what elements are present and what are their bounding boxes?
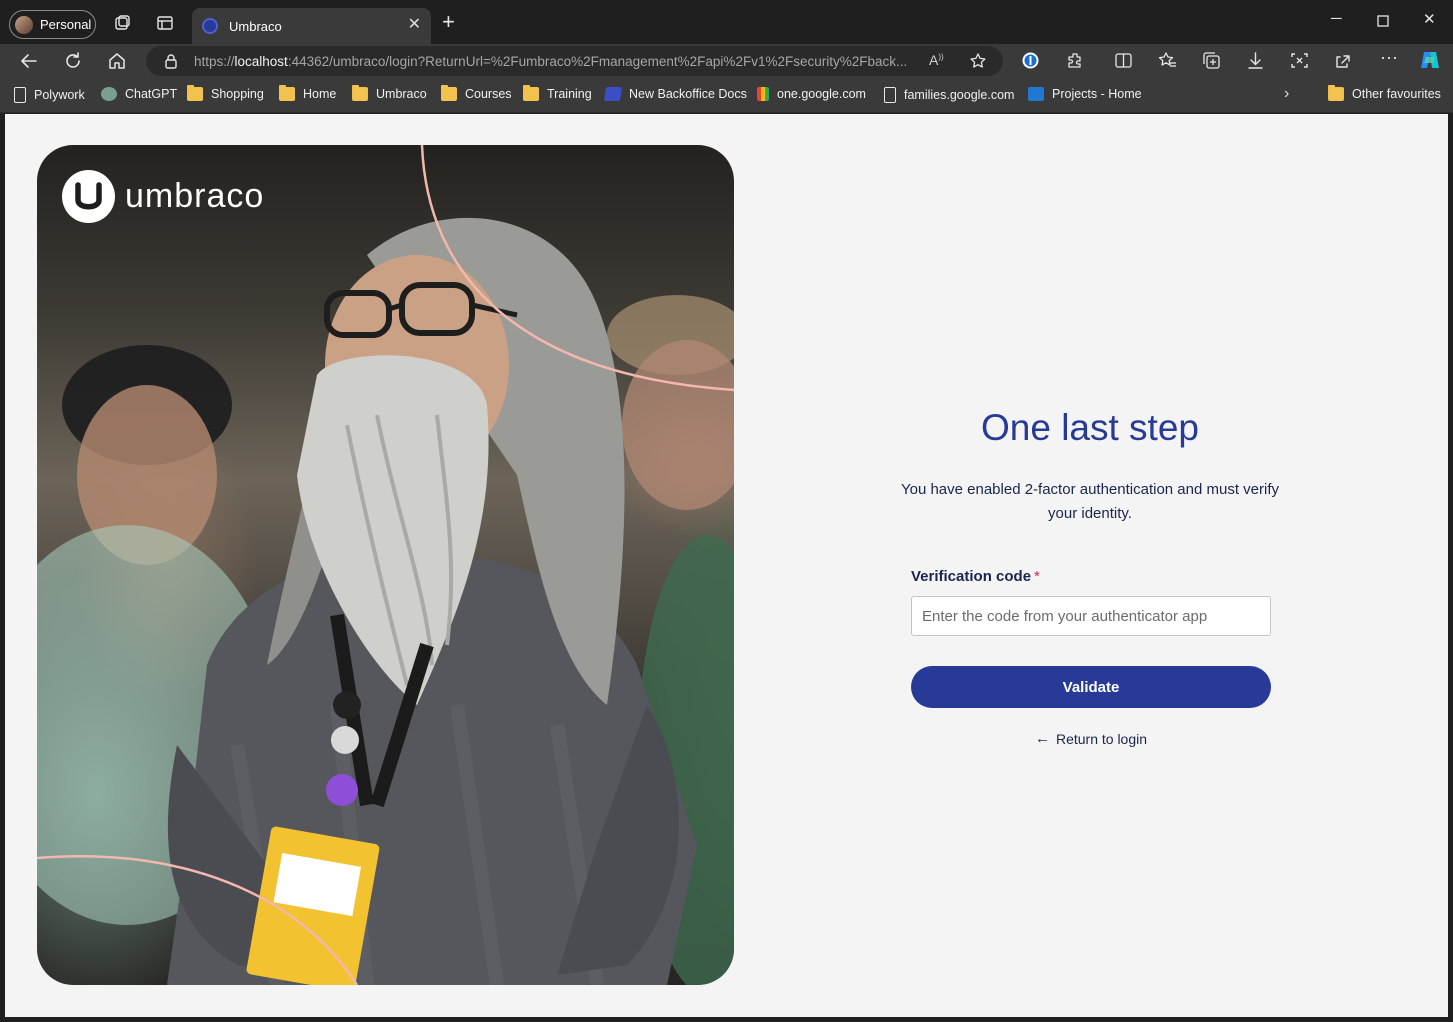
return-to-login-link[interactable]: ← Return to login [911,730,1271,747]
bookmark-label: Other favourites [1352,87,1441,101]
bookmark-one-google[interactable]: one.google.com [757,87,866,101]
verification-code-label: Verification code * [911,568,1040,585]
screenshot-icon[interactable] [1290,51,1309,70]
share-icon[interactable] [1334,51,1353,70]
bookmark-families-google[interactable]: families.google.com [884,87,1014,103]
bookmark-label: Training [547,87,592,101]
profile-avatar [15,15,33,34]
required-indicator: * [1034,568,1040,585]
bookmark-label: one.google.com [777,87,866,101]
browser-titlebar: Personal Umbraco ✕ + ─ ✕ [0,0,1453,44]
split-screen-icon[interactable] [1114,51,1133,70]
url-text[interactable]: https://localhost:44362/umbraco/login?Re… [194,54,924,69]
url-path: :44362/umbraco/login?ReturnUrl=%2Fumbrac… [287,54,908,69]
return-to-login-label: Return to login [1055,730,1148,747]
bookmark-label: Polywork [34,88,85,102]
url-prefix: https:// [194,54,235,69]
hero-image: umbraco [37,145,734,985]
folder-icon [187,85,203,101]
bookmark-label: ChatGPT [125,87,178,101]
umbraco-logo: umbraco [62,170,264,223]
maximize-icon[interactable] [1377,15,1389,27]
downloads-icon[interactable] [1246,51,1265,70]
verification-code-label-text: Verification code [911,568,1032,585]
folder-icon [523,85,539,101]
bookmark-label: Projects - Home [1052,87,1142,101]
favorite-star-icon[interactable] [969,52,987,70]
folder-icon [1328,85,1344,101]
bookmark-new-backoffice-docs[interactable]: New Backoffice Docs [604,87,747,101]
window-close-icon[interactable]: ✕ [1423,10,1436,28]
bookmark-training[interactable]: Training [523,85,592,101]
browser-tab-umbraco[interactable]: Umbraco ✕ [192,8,431,44]
google-one-icon [757,87,769,101]
url-host: localhost [234,54,288,69]
validate-button[interactable]: Validate [911,666,1271,708]
chatgpt-icon [101,87,117,101]
page-icon [884,87,896,103]
folder-icon [352,85,368,101]
profile-button[interactable]: Personal [9,10,96,39]
page-subtitle: You have enabled 2-factor authentication… [900,481,1280,522]
bookmark-other-favourites[interactable]: Other favourites [1328,85,1441,101]
azure-devops-icon [1028,87,1044,101]
verification-code-input[interactable] [911,596,1271,636]
hero-photo-illustration [37,145,734,985]
browser-toolbar: https://localhost:44362/umbraco/login?Re… [0,44,1453,77]
bookmark-projects-home[interactable]: Projects - Home [1028,87,1142,101]
page-viewport: umbraco One last step You have enabled 2… [5,114,1448,1017]
brand-name: umbraco [125,177,265,215]
address-bar[interactable]: https://localhost:44362/umbraco/login?Re… [146,46,1003,76]
page-icon [14,87,26,103]
login-panel: One last step You have enabled 2-factor … [885,114,1285,1017]
folder-icon [279,85,295,101]
bookmark-label: Umbraco [376,87,427,101]
tab-title: Umbraco [229,18,282,34]
workspaces-icon[interactable] [113,14,131,32]
bookmark-courses[interactable]: Courses [441,85,512,101]
read-aloud-icon[interactable]: A)) [929,52,947,70]
bookmark-umbraco[interactable]: Umbraco [352,85,427,101]
docs-icon [604,87,622,101]
bookmark-label: Courses [465,87,512,101]
lock-icon[interactable] [164,53,178,69]
more-options-icon[interactable]: ··· [1380,47,1399,67]
new-tab-icon[interactable]: + [442,11,455,33]
arrow-left-icon: ← [1034,730,1050,747]
bookmark-label: Home [303,87,337,101]
copilot-icon[interactable] [1418,48,1442,72]
extensions-icon[interactable] [1066,51,1085,70]
bookmarks-bar: Polywork ChatGPT Shopping Home Umbraco C… [0,77,1453,113]
bookmark-label: families.google.com [904,88,1015,102]
tab-actions-icon[interactable] [156,14,174,32]
bookmark-home[interactable]: Home [279,85,337,101]
chevron-right-icon[interactable]: › [1284,85,1289,103]
umbraco-logo-icon [62,170,115,223]
minimize-icon[interactable]: ─ [1331,10,1342,27]
bookmark-shopping[interactable]: Shopping [187,85,264,101]
page-title: One last step [980,407,1199,448]
password-manager-icon[interactable] [1021,51,1040,70]
umbraco-favicon-icon [202,18,218,34]
tab-close-icon[interactable]: ✕ [408,17,421,33]
bookmark-polywork[interactable]: Polywork [14,87,85,103]
refresh-icon[interactable] [62,50,84,72]
bookmark-label: Shopping [211,87,264,101]
back-icon[interactable] [18,50,40,72]
collections-icon[interactable] [1202,51,1221,70]
home-icon[interactable] [106,50,128,72]
folder-icon [441,85,457,101]
bookmark-chatgpt[interactable]: ChatGPT [101,87,177,101]
profile-label: Personal [40,17,92,32]
bookmark-label: New Backoffice Docs [629,87,747,101]
favorites-icon[interactable] [1158,51,1177,70]
